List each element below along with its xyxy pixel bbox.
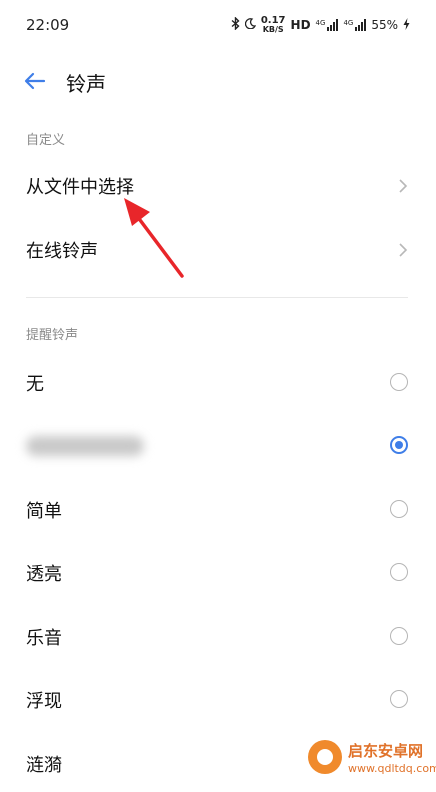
section-label-alert: 提醒铃声 <box>26 328 79 343</box>
ringtone-label: 涟漪 <box>26 755 62 776</box>
signal-label: 4G <box>315 19 326 27</box>
status-icons: 0.17 KB/S HD 4G 4G 55% <box>231 16 410 34</box>
net-speed-unit: KB/S <box>262 25 284 34</box>
radio-button-selected[interactable] <box>390 436 408 454</box>
chevron-right-icon <box>399 179 408 193</box>
status-time: 22:09 <box>26 16 70 34</box>
section-label-custom: 自定义 <box>26 133 66 148</box>
watermark: 启东安卓网 www.qdltdq.com <box>306 730 436 784</box>
blurred-ringtone-label <box>26 436 144 456</box>
header: 铃声 <box>0 58 436 104</box>
ringtone-label: 透亮 <box>26 564 62 585</box>
watermark-url: www.qdltdq.com <box>348 762 436 775</box>
signal-icon: 4G <box>343 19 367 31</box>
ringtone-option[interactable]: 浮现 <box>0 672 436 728</box>
ringtone-label: 浮现 <box>26 691 62 712</box>
ringtone-option-selected[interactable] <box>0 418 436 474</box>
radio-button[interactable] <box>390 627 408 645</box>
ringtone-option[interactable]: 无 <box>0 355 436 411</box>
signal-icon: 4G <box>316 19 339 31</box>
ringtone-label: 简单 <box>26 501 62 522</box>
back-arrow-icon <box>24 72 46 90</box>
charging-icon <box>403 17 410 33</box>
list-item-online-ringtone[interactable]: 在线铃声 <box>0 222 436 278</box>
ringtone-option[interactable]: 乐音 <box>0 609 436 665</box>
list-item-choose-from-file[interactable]: 从文件中选择 <box>0 158 436 214</box>
net-speed: 0.17 KB/S <box>261 16 286 34</box>
ringtone-option[interactable]: 简单 <box>0 482 436 538</box>
back-button[interactable] <box>22 68 48 94</box>
page-title: 铃声 <box>66 72 106 96</box>
section-divider <box>26 297 408 298</box>
watermark-logo-icon <box>308 740 342 774</box>
radio-button[interactable] <box>390 690 408 708</box>
list-item-label: 在线铃声 <box>26 241 98 262</box>
moon-icon <box>244 18 256 32</box>
signal-label: 4G <box>343 19 354 27</box>
battery-level: 55% <box>371 18 398 32</box>
radio-button[interactable] <box>390 500 408 518</box>
annotation-arrow-icon <box>124 198 184 278</box>
ringtone-label: 乐音 <box>26 628 62 649</box>
ringtone-option[interactable]: 透亮 <box>0 545 436 601</box>
chevron-right-icon <box>399 243 408 257</box>
radio-button[interactable] <box>390 563 408 581</box>
watermark-name: 启东安卓网 <box>348 742 424 760</box>
hd-indicator: HD <box>290 18 311 32</box>
radio-button[interactable] <box>390 373 408 391</box>
status-bar: 22:09 0.17 KB/S HD 4G 4G 55% <box>0 0 436 54</box>
ringtone-label: 无 <box>26 374 44 395</box>
bluetooth-icon <box>231 16 240 33</box>
